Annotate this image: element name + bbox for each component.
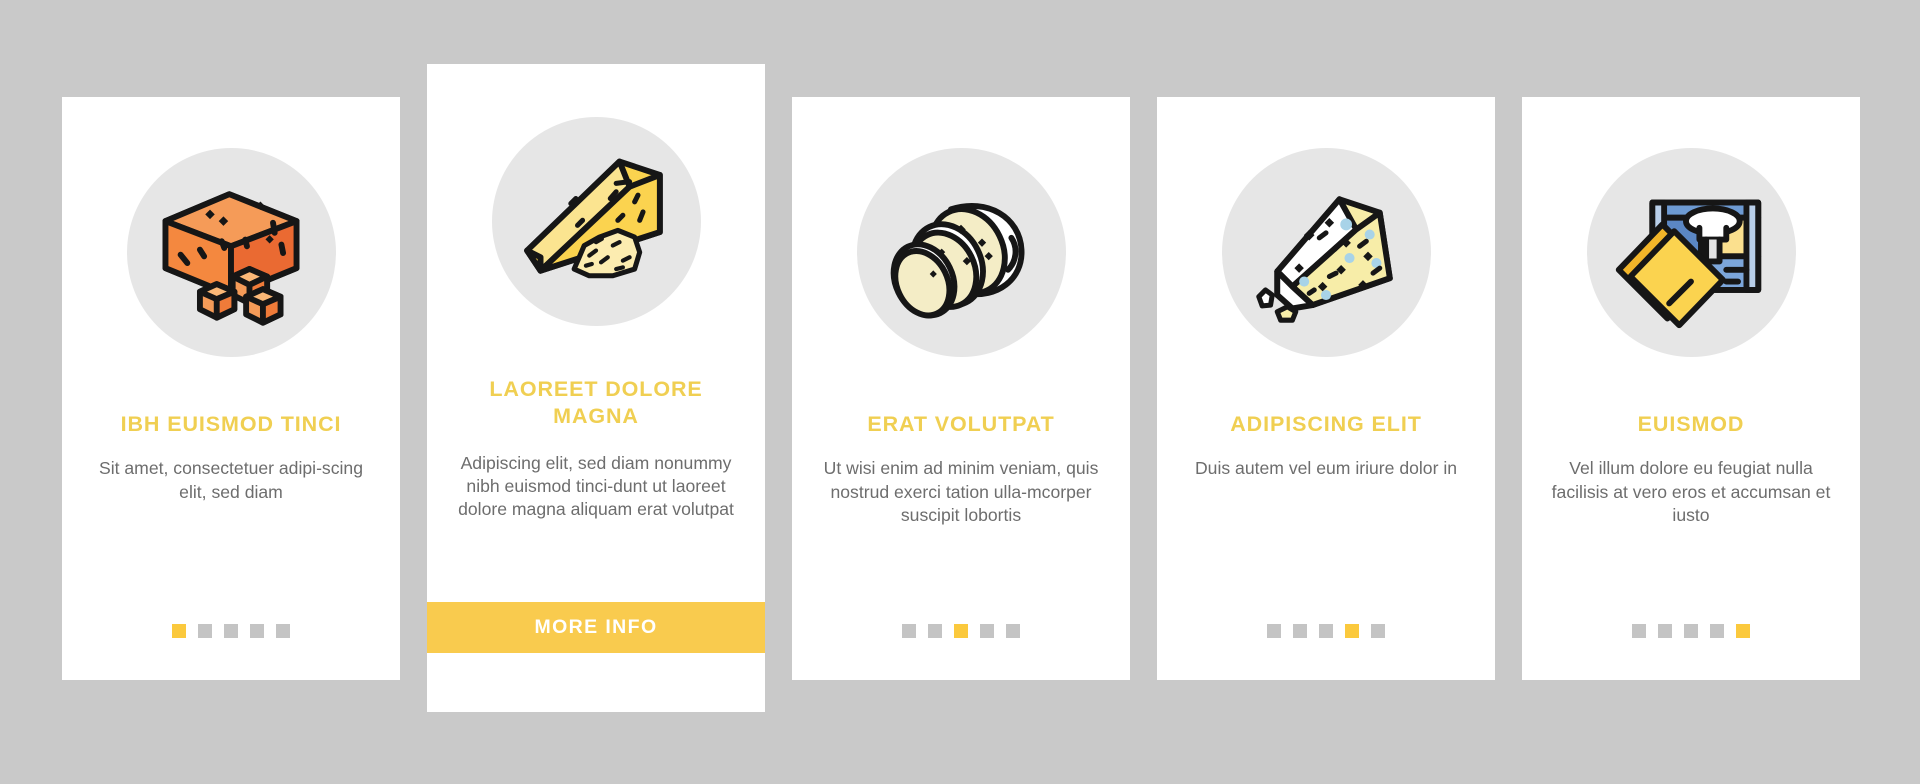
pagination-dot-4[interactable] (1710, 624, 1724, 638)
pagination-dot-4[interactable] (1345, 624, 1359, 638)
card-title: ADIPISCING ELIT (1230, 412, 1422, 436)
pagination-dot-2[interactable] (198, 624, 212, 638)
onboarding-card-5[interactable]: EUISMOD Vel illum dolore eu feugiat nulla… (1522, 97, 1860, 680)
pagination-dot-4[interactable] (980, 624, 994, 638)
icon-circle-2 (491, 117, 701, 326)
sliced-mozzarella-icon (877, 169, 1045, 337)
card-description: Adipiscing elit, sed diam nonummy nibh e… (458, 452, 734, 520)
card-description: Vel illum dolore eu feugiat nulla facili… (1551, 458, 1831, 526)
more-info-button[interactable]: MORE INFO (427, 602, 765, 653)
card-title: EUISMOD (1637, 412, 1745, 436)
pagination-dots (902, 624, 1020, 638)
blue-cheese-wedge-icon (1242, 169, 1410, 337)
pagination-dot-4[interactable] (250, 624, 264, 638)
icon-circle-4 (1221, 148, 1431, 357)
pagination-dot-3[interactable] (954, 624, 968, 638)
cheese-wedge-grated-icon (512, 138, 680, 306)
pagination-dots (1632, 624, 1750, 638)
onboarding-card-4[interactable]: ADIPISCING ELIT Duis autem vel eum iriure… (1157, 97, 1495, 680)
pagination-dot-5[interactable] (1736, 624, 1750, 638)
card-title: IBH EUISMOD TINCI (120, 412, 342, 436)
pagination-dot-3[interactable] (1684, 624, 1698, 638)
pagination-dot-3[interactable] (1319, 624, 1333, 638)
pagination-dot-2[interactable] (1293, 624, 1307, 638)
pagination-dot-2[interactable] (928, 624, 942, 638)
pagination-dot-1[interactable] (1267, 624, 1281, 638)
packaged-cheese-slices-icon (1607, 169, 1775, 337)
icon-circle-5 (1586, 148, 1796, 357)
onboarding-card-3[interactable]: ERAT VOLUTPAT Ut wisi enim ad minim venia… (792, 97, 1130, 680)
card-title: ERAT VOLUTPAT (867, 412, 1055, 436)
card-description: Duis autem vel eum iriure dolor in (1194, 458, 1458, 479)
pagination-dot-2[interactable] (1658, 624, 1672, 638)
pagination-dot-5[interactable] (1371, 624, 1385, 638)
pagination-dot-3[interactable] (224, 624, 238, 638)
onboarding-card-2[interactable]: LAOREET DOLORE MAGNA Adipiscing elit, sed… (427, 64, 765, 712)
pagination-dot-1[interactable] (1632, 624, 1646, 638)
pagination-dots (1267, 624, 1385, 638)
pagination-dots (172, 624, 290, 638)
onboarding-card-1[interactable]: IBH EUISMOD TINCI Sit amet, consectetuer … (62, 97, 400, 680)
onboarding-screens-container: IBH EUISMOD TINCI Sit amet, consectetuer … (0, 0, 1920, 784)
pagination-dot-1[interactable] (172, 624, 186, 638)
cheese-block-cubes-icon (147, 169, 315, 337)
card-description: Sit amet, consectetuer adipi-scing elit,… (98, 458, 364, 502)
card-description: Ut wisi enim ad minim veniam, quis nostr… (823, 458, 1099, 526)
icon-circle-1 (126, 148, 336, 357)
pagination-dot-5[interactable] (276, 624, 290, 638)
icon-circle-3 (856, 148, 1066, 357)
pagination-dot-1[interactable] (902, 624, 916, 638)
card-title: LAOREET DOLORE MAGNA (489, 377, 703, 429)
pagination-dot-5[interactable] (1006, 624, 1020, 638)
